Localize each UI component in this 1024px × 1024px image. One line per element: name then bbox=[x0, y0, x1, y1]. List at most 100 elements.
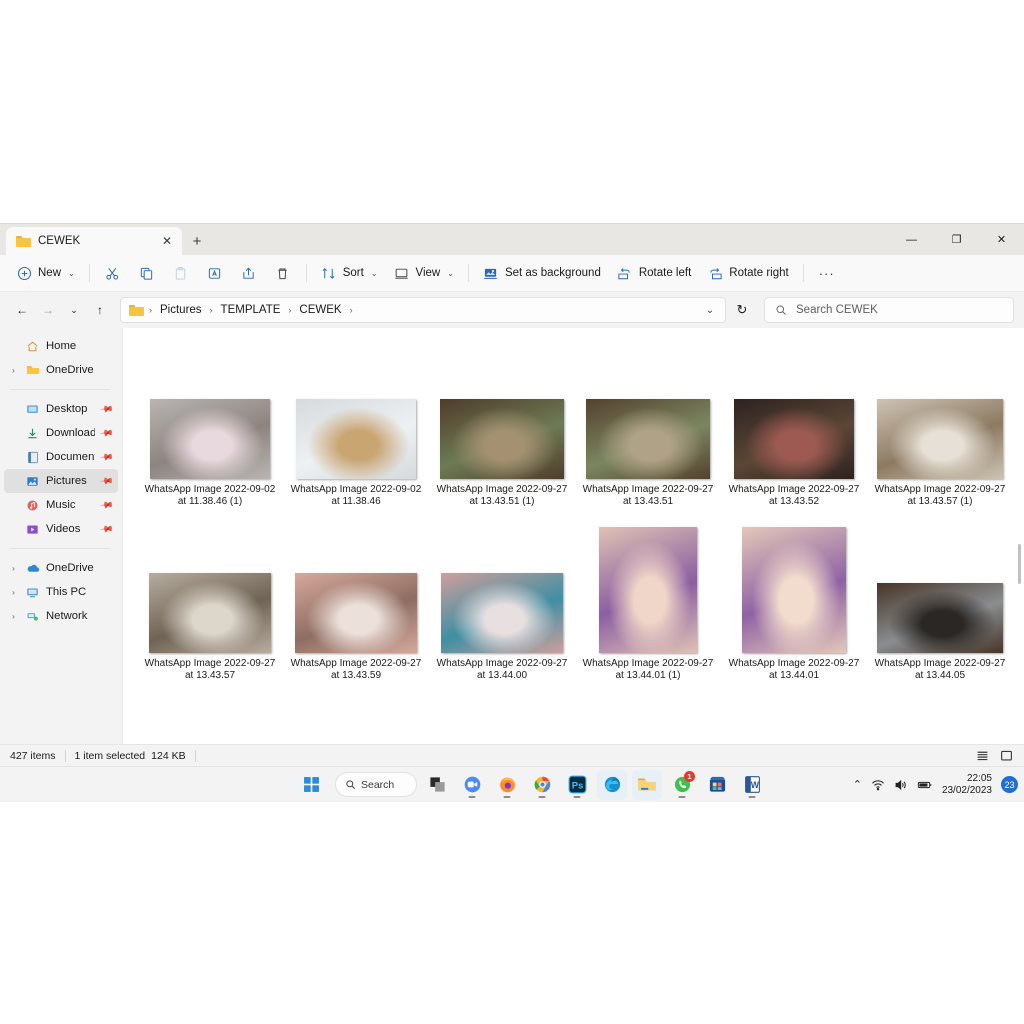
selection-size-label: 124 KB bbox=[151, 749, 186, 762]
file-item[interactable]: WhatsApp Image 2022-09-27 at 13.43.52 bbox=[721, 336, 867, 510]
sidebar-item-videos[interactable]: Videos 📌 bbox=[4, 517, 118, 541]
chrome-icon[interactable] bbox=[527, 770, 557, 800]
rotate-left-button[interactable]: Rotate left bbox=[609, 260, 699, 287]
file-item[interactable]: WhatsApp Image 2022-09-27 at 13.43.51 (1… bbox=[429, 336, 575, 510]
large-icons-view-icon[interactable] bbox=[998, 748, 1014, 764]
search-box[interactable]: Search CEWEK bbox=[764, 297, 1014, 323]
file-item[interactable]: WhatsApp Image 2022-09-27 at 13.43.51 bbox=[575, 336, 721, 510]
breadcrumb-item-cewek[interactable]: CEWEK bbox=[296, 302, 344, 318]
pin-icon[interactable]: 📌 bbox=[99, 497, 114, 513]
address-dropdown-icon[interactable]: ⌄ bbox=[699, 299, 721, 321]
file-item[interactable] bbox=[867, 684, 1013, 744]
volume-icon[interactable] bbox=[894, 778, 908, 792]
new-button[interactable]: New ⌄ bbox=[8, 260, 83, 287]
file-item[interactable] bbox=[137, 684, 283, 744]
close-tab-icon[interactable]: ✕ bbox=[158, 232, 176, 250]
file-item[interactable]: WhatsApp Image 2022-09-27 at 13.43.57 bbox=[137, 510, 283, 684]
expand-chevron-icon[interactable]: › bbox=[8, 588, 19, 597]
sidebar-item-network[interactable]: › Network bbox=[4, 604, 118, 628]
microsoft-store-icon[interactable] bbox=[702, 770, 732, 800]
file-item[interactable]: WhatsApp Image 2022-09-02 at 11.38.46 bbox=[283, 336, 429, 510]
sidebar-item-documents[interactable]: Documents 📌 bbox=[4, 445, 118, 469]
sidebar-item-pictures[interactable]: Pictures 📌 bbox=[4, 469, 118, 493]
rename-button[interactable] bbox=[198, 260, 232, 287]
breadcrumb-item-template[interactable]: TEMPLATE bbox=[218, 302, 284, 318]
cut-button[interactable] bbox=[96, 260, 130, 287]
refresh-button[interactable]: ↻ bbox=[730, 298, 754, 322]
file-item[interactable]: WhatsApp Image 2022-09-27 at 13.44.05 bbox=[867, 510, 1013, 684]
edge-icon[interactable] bbox=[597, 769, 627, 800]
sidebar-item-onedrive[interactable]: › OneDrive bbox=[4, 556, 118, 580]
set-as-background-button[interactable]: Set as background bbox=[475, 260, 609, 287]
sort-button[interactable]: Sort ⌄ bbox=[313, 260, 386, 287]
expand-chevron-icon[interactable]: › bbox=[8, 366, 19, 375]
notification-badge[interactable]: 23 bbox=[1001, 776, 1018, 793]
breadcrumb[interactable]: › Pictures › TEMPLATE › CEWEK › ⌄ bbox=[120, 297, 726, 323]
search-input[interactable]: Search CEWEK bbox=[796, 304, 878, 316]
details-view-icon[interactable] bbox=[974, 748, 990, 764]
start-button[interactable] bbox=[296, 770, 326, 800]
paste-button[interactable] bbox=[164, 260, 198, 287]
zoom-icon[interactable] bbox=[457, 770, 487, 800]
breadcrumb-separator: › bbox=[149, 305, 152, 315]
scrollbar-thumb[interactable] bbox=[1018, 544, 1021, 585]
breadcrumb-item-pictures[interactable]: Pictures bbox=[157, 302, 205, 318]
recent-locations-button[interactable]: ⌄ bbox=[62, 298, 86, 322]
file-item[interactable]: WhatsApp Image 2022-09-27 at 13.44.01 (1… bbox=[575, 510, 721, 684]
more-options-button[interactable]: ··· bbox=[810, 260, 844, 287]
file-item[interactable]: WhatsApp Image 2022-09-02 at 11.38.46 (1… bbox=[137, 336, 283, 510]
file-item[interactable]: WhatsApp Image 2022-09-27 at 13.43.59 bbox=[283, 510, 429, 684]
battery-icon[interactable] bbox=[917, 778, 933, 792]
delete-button[interactable] bbox=[266, 260, 300, 287]
pin-icon[interactable]: 📌 bbox=[99, 473, 114, 489]
file-name-label: WhatsApp Image 2022-09-02 at 11.38.46 bbox=[290, 484, 422, 507]
sidebar-item-this-pc[interactable]: › This PC bbox=[4, 580, 118, 604]
photoshop-icon[interactable]: Ps bbox=[562, 770, 592, 800]
taskbar-clock[interactable]: 22:05 23/02/2023 bbox=[942, 773, 992, 797]
file-item[interactable] bbox=[283, 684, 429, 744]
file-item[interactable] bbox=[575, 684, 721, 744]
file-item[interactable]: WhatsApp Image 2022-09-27 at 13.44.00 bbox=[429, 510, 575, 684]
forward-button[interactable]: → bbox=[36, 298, 60, 322]
back-button[interactable]: ← bbox=[10, 298, 34, 322]
taskbar-search[interactable]: Search bbox=[335, 772, 417, 797]
copy-button[interactable] bbox=[130, 260, 164, 287]
pin-icon[interactable]: 📌 bbox=[99, 425, 114, 441]
file-item[interactable]: WhatsApp Image 2022-09-27 at 13.43.57 (1… bbox=[867, 336, 1013, 510]
whatsapp-icon[interactable]: 1 bbox=[667, 770, 697, 800]
pin-icon[interactable]: 📌 bbox=[99, 449, 114, 465]
firefox-icon[interactable] bbox=[492, 770, 522, 800]
sidebar-item-downloads[interactable]: Downloads 📌 bbox=[4, 421, 118, 445]
close-window-button[interactable]: ✕ bbox=[979, 224, 1024, 255]
expand-chevron-icon[interactable]: › bbox=[8, 564, 19, 573]
vertical-scrollbar[interactable] bbox=[1015, 334, 1022, 738]
wifi-icon[interactable] bbox=[871, 778, 885, 792]
share-button[interactable] bbox=[232, 260, 266, 287]
minimize-button[interactable]: — bbox=[889, 224, 934, 255]
explorer-body: Home › OneDrive Desktop 📌 Download 📌 Doc… bbox=[0, 328, 1024, 744]
new-tab-button[interactable]: + bbox=[184, 227, 210, 255]
file-item[interactable]: WhatsApp Image 2022-09-27 at 13.44.01 bbox=[721, 510, 867, 684]
pin-icon[interactable]: 📌 bbox=[99, 401, 114, 417]
file-item[interactable] bbox=[721, 684, 867, 744]
sidebar-item-desktop[interactable]: Desktop 📌 bbox=[4, 397, 118, 421]
maximize-button[interactable]: ❐ bbox=[934, 224, 979, 255]
file-item[interactable] bbox=[429, 684, 575, 744]
rotate-right-button[interactable]: Rotate right bbox=[699, 260, 796, 287]
word-icon[interactable]: W bbox=[737, 770, 767, 800]
sidebar-item-music[interactable]: Music 📌 bbox=[4, 493, 118, 517]
file-explorer-legacy-icon[interactable] bbox=[422, 770, 452, 800]
rotate-left-icon bbox=[617, 265, 633, 281]
file-grid-container[interactable]: WhatsApp Image 2022-09-02 at 11.38.46 (1… bbox=[122, 328, 1024, 744]
sidebar-item-home[interactable]: Home bbox=[4, 334, 118, 358]
explorer-tab-cewek[interactable]: CEWEK ✕ bbox=[6, 227, 182, 255]
up-button[interactable]: ↑ bbox=[88, 298, 112, 322]
file-explorer-icon[interactable] bbox=[632, 769, 662, 800]
pin-icon[interactable]: 📌 bbox=[99, 521, 114, 537]
expand-chevron-icon[interactable]: › bbox=[8, 612, 19, 621]
tray-chevron-icon[interactable]: ⌃ bbox=[853, 778, 862, 791]
sidebar-item-onedrive-folder[interactable]: › OneDrive bbox=[4, 358, 118, 382]
rename-icon bbox=[207, 265, 223, 281]
selection-label: 1 item selected bbox=[74, 749, 146, 762]
view-button[interactable]: View ⌄ bbox=[386, 260, 462, 287]
